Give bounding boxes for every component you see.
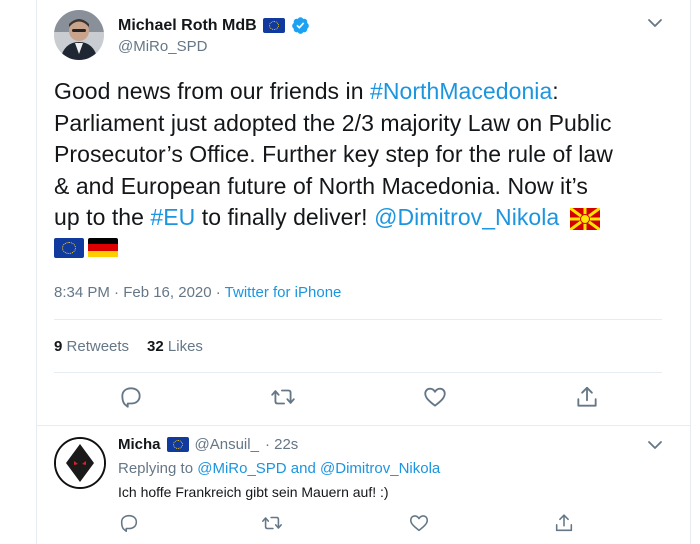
likes-count: 32 — [147, 338, 164, 355]
reply-icon[interactable] — [118, 512, 140, 534]
divider — [54, 319, 662, 320]
column-border-right — [690, 0, 691, 544]
tweet-line-4: & and European future of North Macedonia… — [54, 172, 588, 199]
reply-author-name[interactable]: Micha — [118, 436, 161, 453]
tweet-line-3: Prosecutor’s Office. Further key step fo… — [54, 141, 613, 167]
reply-icon[interactable] — [118, 384, 144, 410]
eu-flag-emoji — [262, 18, 285, 33]
reply-author-row: Micha @Ansuil_ · 22s — [118, 436, 298, 453]
share-icon[interactable] — [553, 512, 575, 534]
divider — [54, 372, 662, 373]
reply-age[interactable]: · 22s — [265, 436, 298, 453]
hashtag-northmacedonia[interactable]: #NorthMacedonia — [370, 78, 552, 104]
likes-label: Likes — [167, 338, 203, 355]
tweet-thread: Michael Roth MdB @MiRo_SPD Good news fro… — [0, 0, 700, 544]
tweet-text-segment: to finally deliver! — [195, 204, 375, 230]
tweet-timestamp[interactable]: 8:34 PM · Feb 16, 2020 · — [54, 284, 225, 301]
replying-prefix: Replying to — [118, 460, 198, 477]
tweet-line-2: Parliament just adopted the 2/3 majority… — [54, 109, 612, 136]
mention-dimitrov-nikola[interactable]: @Dimitrov_Nikola — [374, 204, 559, 230]
replying-user-dimitrov[interactable]: @Dimitrov_Nikola — [320, 460, 440, 477]
tweet-text-segment: up to the — [54, 204, 151, 230]
heart-icon[interactable] — [408, 512, 430, 534]
tweet-stats: 9 Retweets 32 Likes — [54, 338, 203, 355]
reply-text: Ich hoffe Frankreich gibt sein Mauern au… — [118, 484, 389, 500]
author-handle[interactable]: @MiRo_SPD — [118, 38, 207, 55]
hashtag-eu[interactable]: #EU — [150, 204, 195, 230]
tweet-line-1: Good news from our friends in #NorthMace… — [54, 76, 664, 108]
tweet-source[interactable]: Twitter for iPhone — [225, 284, 342, 301]
retweets-label: Retweets — [66, 338, 130, 355]
reply-author-handle[interactable]: @Ansuil_ — [195, 436, 259, 453]
retweets-stat[interactable]: 9 Retweets — [54, 338, 129, 355]
tweet-text: Good news from our friends in #NorthMace… — [54, 76, 664, 258]
tweet-actions — [54, 384, 662, 414]
germany-flag-emoji — [88, 237, 118, 258]
tweet-text-segment: Good news from our friends in — [54, 78, 370, 104]
likes-stat[interactable]: 32 Likes — [147, 338, 203, 355]
replying-and: and — [286, 460, 321, 477]
author-name[interactable]: Michael Roth MdB — [118, 17, 257, 35]
eu-flag-emoji — [166, 437, 189, 452]
column-border-left — [36, 0, 37, 544]
divider — [36, 425, 690, 426]
verified-badge-icon — [291, 17, 309, 34]
tweet-text-segment: : — [552, 78, 559, 104]
heart-icon[interactable] — [422, 384, 448, 410]
retweet-icon[interactable] — [270, 384, 296, 410]
chevron-down-icon[interactable] — [646, 438, 664, 452]
share-icon[interactable] — [574, 384, 600, 410]
eu-flag-emoji — [54, 237, 84, 258]
reply-actions — [118, 512, 578, 538]
reply-author-avatar[interactable] — [54, 437, 106, 489]
replying-to: Replying to @MiRo_SPD and @Dimitrov_Niko… — [118, 460, 440, 477]
author-avatar[interactable] — [54, 10, 104, 60]
north-macedonia-flag-emoji — [569, 207, 600, 230]
retweet-icon[interactable] — [261, 512, 283, 534]
author-name-row: Michael Roth MdB — [118, 16, 310, 35]
tweet-line-5: up to the #EU to finally deliver! @Dimit… — [54, 202, 664, 234]
chevron-down-icon[interactable] — [646, 16, 664, 30]
replying-user-miro[interactable]: @MiRo_SPD — [197, 460, 286, 477]
tweet-meta: 8:34 PM · Feb 16, 2020 · Twitter for iPh… — [54, 284, 341, 301]
flag-emojis-row — [54, 237, 664, 258]
retweets-count: 9 — [54, 338, 63, 355]
